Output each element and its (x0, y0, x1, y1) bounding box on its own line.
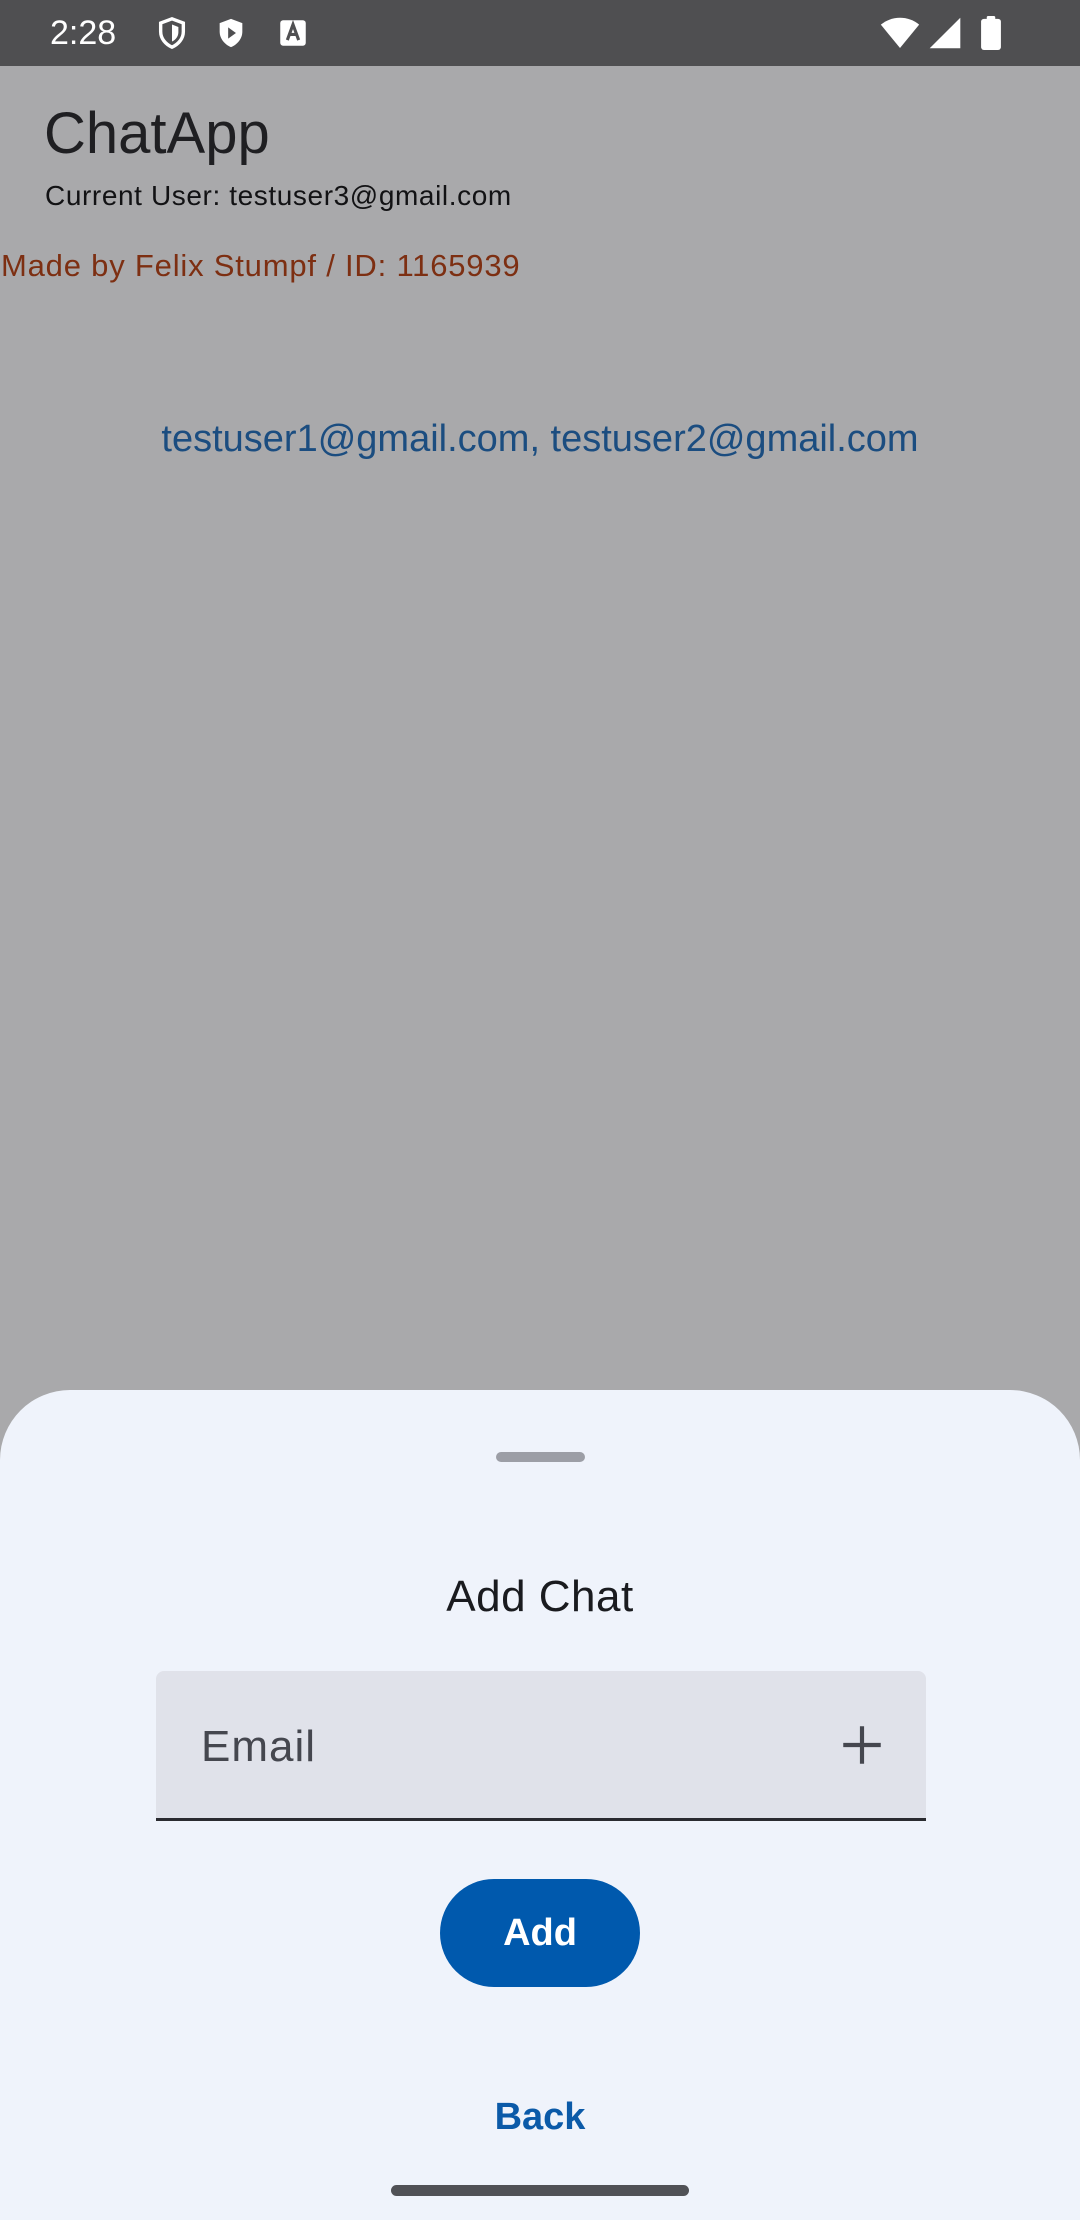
home-indicator[interactable] (391, 2185, 689, 2196)
font-icon (280, 19, 306, 46)
play-shield-icon (219, 18, 243, 48)
email-field[interactable]: Email (156, 1671, 926, 1821)
battery-icon (981, 16, 1001, 50)
shield-icon (158, 17, 186, 50)
back-button[interactable]: Back (440, 2077, 640, 2157)
sheet-drag-handle[interactable] (496, 1452, 585, 1462)
app-title: ChatApp (44, 101, 270, 166)
email-placeholder: Email (201, 1722, 317, 1771)
status-time: 2:28 (50, 14, 117, 52)
author-credit: Made by Felix Stumpf / ID: 1165939 (1, 248, 521, 283)
sheet-title: Add Chat (446, 1572, 634, 1621)
cellular-signal-icon (929, 17, 961, 49)
add-chat-bottom-sheet: Add Chat Email Add Back (0, 1390, 1080, 2220)
status-bar: 2:28 (0, 0, 1080, 66)
chat-list-item[interactable]: testuser1@gmail.com, testuser2@gmail.com (0, 414, 1080, 464)
add-button[interactable]: Add (440, 1879, 640, 1987)
plus-icon[interactable] (837, 1720, 887, 1770)
current-user-label: Current User: testuser3@gmail.com (45, 180, 512, 211)
wifi-icon (880, 17, 920, 48)
